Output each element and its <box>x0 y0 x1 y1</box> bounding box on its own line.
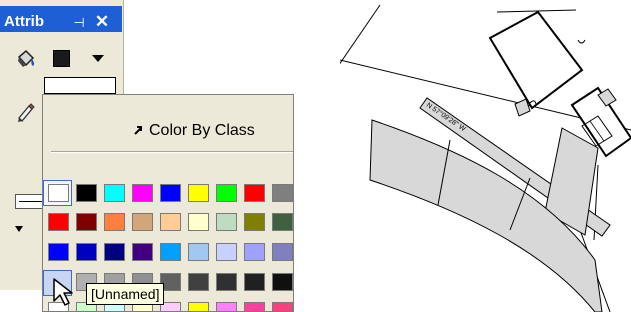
color-swatch[interactable] <box>188 213 209 231</box>
close-button[interactable]: ✕ <box>93 12 111 32</box>
color-swatch[interactable] <box>272 243 293 261</box>
line-color-field[interactable] <box>44 77 116 94</box>
color-swatch[interactable] <box>160 243 181 261</box>
color-swatch[interactable] <box>48 243 69 261</box>
color-swatch[interactable] <box>188 302 209 312</box>
color-by-class-button[interactable]: Color By Class <box>53 103 287 149</box>
mouse-cursor-icon <box>53 278 73 306</box>
color-swatch[interactable] <box>216 302 237 312</box>
parcel-map[interactable]: N 57°09'28" W <box>340 0 631 312</box>
color-swatch[interactable] <box>132 184 153 202</box>
main-building <box>488 10 584 110</box>
color-swatch[interactable] <box>160 184 181 202</box>
pin-button[interactable]: ⊣ <box>70 15 88 31</box>
fill-color-swatch[interactable] <box>53 50 70 67</box>
color-swatch[interactable] <box>244 302 265 312</box>
line-style-dropdown-icon[interactable] <box>14 224 28 234</box>
color-swatch[interactable] <box>48 213 69 231</box>
door-symbol <box>577 39 586 44</box>
color-by-class-arrow-icon <box>134 126 142 135</box>
color-swatch[interactable] <box>132 243 153 261</box>
color-swatch[interactable] <box>244 273 265 291</box>
color-swatch[interactable] <box>188 184 209 202</box>
color-swatch[interactable] <box>244 213 265 231</box>
color-swatch[interactable] <box>104 184 125 202</box>
line-style-stroke <box>19 201 43 202</box>
panel-title-bar[interactable]: Attrib ⊣ ✕ <box>0 6 122 32</box>
color-swatch[interactable] <box>244 184 265 202</box>
panel-title: Attrib <box>4 13 44 30</box>
color-swatch[interactable] <box>76 213 97 231</box>
fill-dropdown-arrow-icon[interactable] <box>91 52 105 64</box>
color-swatch[interactable] <box>272 302 293 312</box>
paint-bucket-icon[interactable] <box>15 48 37 70</box>
pencil-icon[interactable] <box>14 101 36 123</box>
color-swatch[interactable] <box>188 273 209 291</box>
color-swatch[interactable] <box>104 243 125 261</box>
color-swatch[interactable] <box>132 213 153 231</box>
color-swatch[interactable] <box>188 243 209 261</box>
color-swatch[interactable] <box>216 184 237 202</box>
color-swatch[interactable] <box>48 184 69 202</box>
picker-divider <box>51 151 293 153</box>
color-swatch[interactable] <box>244 243 265 261</box>
color-swatch[interactable] <box>272 273 293 291</box>
color-swatch[interactable] <box>160 213 181 231</box>
parcel-line <box>340 4 381 65</box>
color-swatch[interactable] <box>272 213 293 231</box>
color-swatch[interactable] <box>272 184 293 202</box>
swatch-tooltip: [Unnamed] <box>86 283 165 305</box>
color-swatch[interactable] <box>216 213 237 231</box>
color-by-class-label: Color By Class <box>149 122 255 139</box>
color-swatch[interactable] <box>216 273 237 291</box>
color-swatch[interactable] <box>104 213 125 231</box>
color-swatch[interactable] <box>76 243 97 261</box>
color-swatch[interactable] <box>216 243 237 261</box>
color-swatch[interactable] <box>76 184 97 202</box>
bearing-label: N 57°09'28" W <box>425 101 468 133</box>
